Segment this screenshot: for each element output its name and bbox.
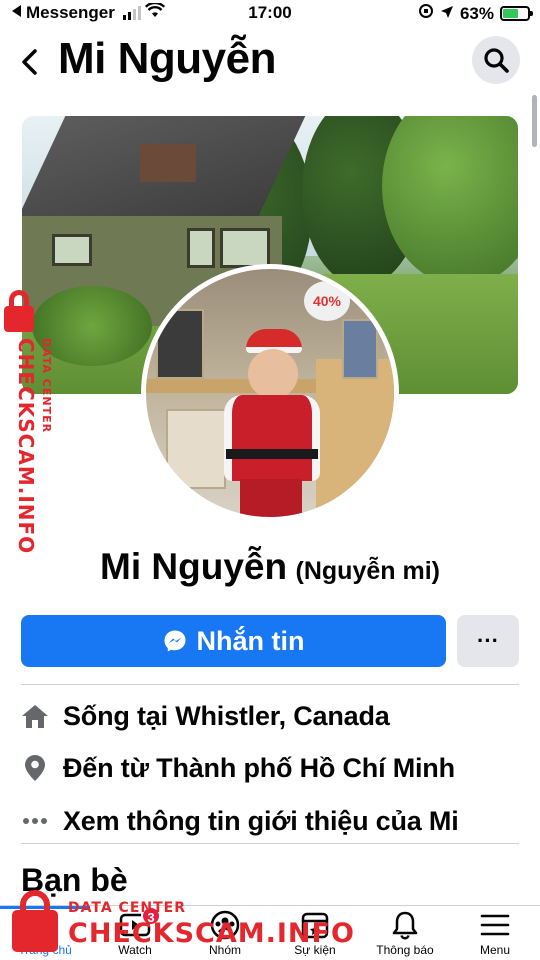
santa-pants: [240, 479, 302, 517]
scrollbar[interactable]: [532, 95, 537, 147]
more-options-button[interactable]: ···: [457, 615, 519, 667]
more-dots-icon: [20, 806, 50, 836]
watermark-bottom: DATA CENTER CHECKSCAM.INFO: [8, 888, 354, 960]
avatar-box: [156, 309, 204, 379]
info-lives-in-text: Sống tại Whistler, Canada: [63, 700, 390, 731]
menu-icon: [480, 908, 510, 942]
cover-window: [220, 228, 270, 268]
profile-name: Mi Nguyễn (Nguyễn mi): [0, 546, 540, 588]
page-title: Mi Nguyễn: [58, 34, 276, 83]
avatar-face: [248, 349, 298, 399]
divider: [21, 843, 519, 844]
watermark-lock-icon: [4, 306, 34, 332]
watermark-tagline: DATA CENTER: [68, 900, 186, 916]
back-chevron-icon: [22, 49, 37, 75]
watermark-vertical: CHECKSCAM.INFO DATA CENTER: [4, 290, 56, 554]
search-button[interactable]: [472, 36, 520, 84]
battery-fill: [503, 9, 519, 18]
info-row-about[interactable]: Xem thông tin giới thiệu của Mi: [20, 801, 520, 841]
watermark-lock-icon: [12, 910, 58, 952]
profile-name-main: Mi Nguyễn: [100, 546, 288, 587]
avatar-shelf: [316, 359, 394, 509]
avatar-sale-sign: 40%: [304, 281, 350, 321]
info-row-from: Đến từ Thành phố Hồ Chí Minh: [20, 748, 520, 788]
nav-item-notifications[interactable]: Thông báo: [360, 906, 450, 960]
cover-window: [52, 234, 92, 266]
status-bar-right: 63%: [418, 3, 533, 24]
watermark-brand-vertical: CHECKSCAM.INFO: [14, 338, 38, 555]
message-button[interactable]: Nhắn tin: [21, 615, 446, 667]
search-icon: [484, 48, 509, 73]
santa-belt: [226, 449, 318, 459]
location-arrow-icon: [440, 4, 454, 24]
message-button-label: Nhắn tin: [196, 625, 305, 656]
info-from-text: Đến từ Thành phố Hồ Chí Minh: [63, 752, 455, 783]
cover-window: [187, 228, 215, 268]
messenger-icon: [164, 630, 185, 652]
info-about-text[interactable]: Xem thông tin giới thiệu của Mi: [63, 806, 459, 837]
avatar-box: [342, 319, 378, 379]
info-row-lives-in: Sống tại Whistler, Canada: [20, 696, 520, 736]
watermark-tagline-vertical: DATA CENTER: [40, 338, 53, 434]
battery-percent: 63%: [459, 3, 494, 23]
more-dots-icon: ···: [477, 628, 499, 653]
home-icon: [20, 701, 50, 731]
profile-name-alternate: (Nguyễn mi): [295, 557, 440, 585]
nav-label-menu: Menu: [479, 943, 511, 957]
orientation-lock-icon: [418, 3, 434, 24]
avatar: 40%: [146, 269, 394, 517]
cover-chimney: [140, 144, 196, 182]
profile-header: Mi Nguyễn: [0, 32, 540, 92]
profile-picture[interactable]: 40%: [141, 264, 399, 522]
back-button[interactable]: [14, 44, 44, 80]
avatar-child: [216, 329, 326, 517]
bell-icon: [390, 908, 420, 942]
watermark-brand: CHECKSCAM.INFO: [68, 918, 355, 949]
status-bar: Messenger 17:00 63%: [0, 0, 540, 28]
battery-icon: [500, 6, 533, 21]
nav-label-notifications: Thông báo: [376, 943, 434, 957]
divider: [21, 684, 519, 685]
nav-item-menu[interactable]: Menu: [450, 906, 540, 960]
location-pin-icon: [20, 753, 50, 783]
santa-suit: [224, 395, 320, 481]
